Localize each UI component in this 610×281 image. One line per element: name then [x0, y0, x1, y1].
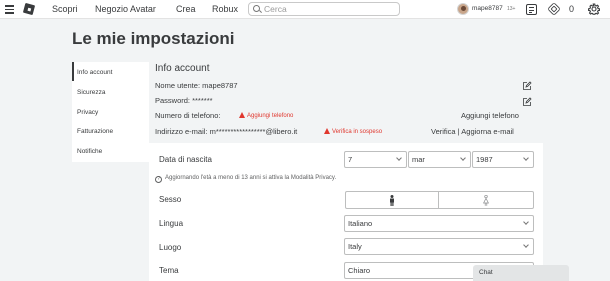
chevron-down-icon: [523, 242, 529, 248]
chevron-down-icon: [523, 219, 529, 225]
sidebar-item-notifications[interactable]: Notifiche: [72, 141, 149, 160]
username-label[interactable]: mape8787: [472, 5, 503, 12]
location-label: Luogo: [159, 243, 182, 252]
birth-month-value: mar: [412, 155, 425, 164]
search-input[interactable]: Cerca: [248, 2, 400, 16]
search-icon: [253, 5, 260, 12]
email-label: Indirizzo e-mail: m*****************@lib…: [155, 127, 298, 136]
privacy-hint: ? Aggiornando l'età a meno di 13 anni si …: [155, 175, 336, 183]
question-icon: ?: [155, 176, 162, 183]
age-badge: 13+: [507, 6, 516, 12]
search-placeholder: Cerca: [264, 4, 287, 14]
gender-male-button[interactable]: [345, 191, 439, 209]
warning-icon: [324, 128, 330, 134]
birth-year-select[interactable]: 1987: [472, 151, 534, 168]
theme-label: Tema: [159, 266, 179, 275]
username-row: Nome utente: mape8787: [155, 81, 238, 90]
warning-icon: [239, 112, 245, 118]
birth-year-value: 1987: [476, 155, 493, 164]
robux-icon[interactable]: [547, 2, 561, 16]
nav-create[interactable]: Crea: [176, 4, 196, 14]
birth-month-select[interactable]: mar: [408, 151, 471, 168]
language-label: Lingua: [159, 219, 184, 228]
sidebar-item-billing[interactable]: Fatturazione: [72, 121, 149, 140]
robux-balance[interactable]: 0: [569, 4, 574, 14]
birth-day-value: 7: [348, 155, 353, 164]
edit-password-icon[interactable]: [522, 97, 532, 107]
gender-label: Sesso: [159, 195, 182, 204]
page-title: Le mie impostazioni: [72, 29, 235, 48]
chevron-down-icon: [460, 155, 466, 161]
add-phone-link[interactable]: Aggiungi telefono: [461, 111, 519, 120]
male-icon: [390, 195, 394, 206]
verify-update-email-link[interactable]: Verifica | Aggiorna e-mail: [431, 127, 514, 136]
phone-warning: Aggiungi telefono: [239, 112, 293, 119]
nav-discover[interactable]: Scopri: [52, 4, 78, 14]
gear-icon[interactable]: [588, 3, 600, 15]
chevron-down-icon: [396, 155, 402, 161]
nav-robux[interactable]: Robux: [212, 4, 238, 14]
location-select[interactable]: Italy: [344, 238, 534, 255]
notifications-icon[interactable]: [526, 4, 537, 15]
menu-icon[interactable]: [5, 5, 14, 14]
sidebar-item-security[interactable]: Sicurezza: [72, 82, 149, 101]
account-info-heading: Info account: [155, 63, 210, 74]
sidebar-item-account-info[interactable]: Info account: [72, 62, 149, 81]
password-row: Password: *******: [155, 96, 213, 105]
gender-female-button[interactable]: [439, 191, 534, 209]
settings-sidebar: Info account Sicurezza Privacy Fatturazi…: [72, 62, 149, 162]
female-icon: [483, 195, 489, 206]
location-value: Italy: [348, 242, 362, 251]
nav-avatar-shop[interactable]: Negozio Avatar: [95, 4, 156, 14]
language-value: Italiano: [348, 219, 373, 228]
email-warning: Verifica in sospeso: [324, 128, 382, 135]
chevron-down-icon: [523, 155, 529, 161]
edit-username-icon[interactable]: [522, 81, 532, 91]
language-select[interactable]: Italiano: [344, 215, 534, 232]
birth-day-select[interactable]: 7: [344, 151, 407, 168]
theme-value: Chiaro: [348, 266, 371, 275]
phone-label: Numero di telefono:: [155, 111, 221, 120]
roblox-logo-icon[interactable]: [22, 2, 36, 16]
chat-bar[interactable]: Chat: [473, 265, 569, 281]
avatar[interactable]: [457, 3, 469, 15]
sidebar-item-privacy[interactable]: Privacy: [72, 102, 149, 121]
birthdate-label: Data di nascita: [159, 155, 212, 164]
top-navigation-bar: Scopri Negozio Avatar Crea Robux Cerca m…: [0, 0, 610, 19]
